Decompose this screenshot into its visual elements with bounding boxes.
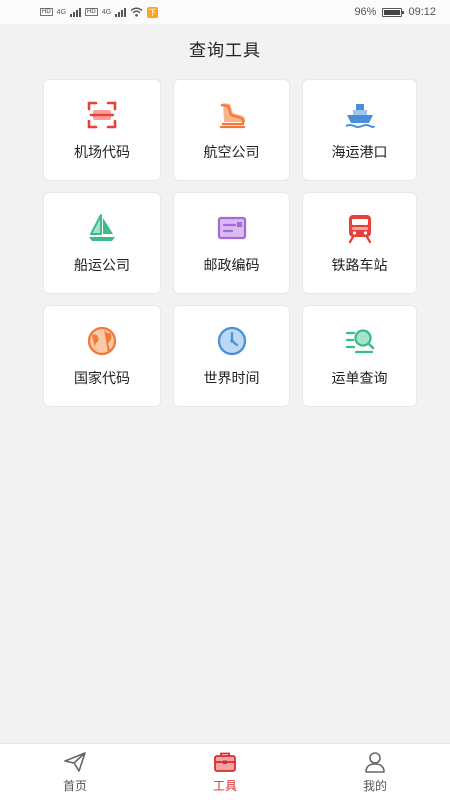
sailboat-icon [85,211,119,245]
notification-icon: 下 [147,6,159,18]
battery-percent: 96% [354,6,377,18]
battery-icon [382,7,405,17]
network-gen-label: 4G [56,8,67,16]
tool-label: 国家代码 [74,371,130,387]
globe-icon [85,324,119,358]
paper-plane-icon [64,752,86,772]
tab-tools[interactable]: 工具 [150,744,300,800]
tab-label: 我的 [362,779,387,793]
tool-label: 船运公司 [74,258,130,274]
tool-card-world-time[interactable]: 世界时间 [173,305,290,407]
status-right: 96% 09:12 [354,6,436,18]
clock-icon [215,324,249,358]
airport-scan-icon [85,98,119,132]
tool-label: 世界时间 [203,371,260,387]
tab-label: 工具 [212,779,237,793]
search-list-icon [343,324,377,358]
tools-grid: 机场代码 航空公司 海运港口 船运公司 邮政编码 铁路车站 国家代码 世界时间 … [43,79,417,407]
tab-label: 首页 [62,779,87,793]
clock-time: 09:12 [408,6,436,18]
tab-mine[interactable]: 我的 [300,744,450,800]
ship-icon [343,98,377,132]
signal-icon [70,7,82,17]
signal-icon-2 [115,7,127,17]
tool-card-airport-code[interactable]: 机场代码 [43,79,161,181]
postal-card-icon [215,211,249,245]
tool-label: 机场代码 [74,145,130,161]
status-bar: HD 4G HD 4G 下 96% 09:12 [0,0,450,24]
network-gen-label-2: 4G [101,8,112,16]
tool-card-airline[interactable]: 航空公司 [173,79,290,181]
tool-label: 邮政编码 [203,258,260,274]
toolbox-icon [214,752,236,772]
hd-badge: HD [40,8,53,16]
tool-card-railway-station[interactable]: 铁路车站 [302,192,417,294]
tool-card-shipping-company[interactable]: 船运公司 [43,192,161,294]
page-title: 查询工具 [189,41,261,61]
bottom-tab-bar: 首页 工具 我的 [0,743,450,800]
tool-label: 运单查询 [331,371,388,387]
tab-home[interactable]: 首页 [0,744,150,800]
tool-card-seaport[interactable]: 海运港口 [302,79,417,181]
hd-badge-2: HD [85,8,98,16]
tool-card-country-code[interactable]: 国家代码 [43,305,161,407]
airline-boot-icon [215,98,249,132]
tool-label: 海运港口 [331,145,388,161]
tool-label: 航空公司 [203,145,260,161]
wifi-icon [130,7,143,17]
tool-card-waybill-query[interactable]: 运单查询 [302,305,417,407]
train-icon [343,211,377,245]
tool-label: 铁路车站 [331,258,388,274]
user-icon [365,752,385,773]
status-left: HD 4G HD 4G 下 [40,6,159,18]
tool-card-postal-code[interactable]: 邮政编码 [173,192,290,294]
